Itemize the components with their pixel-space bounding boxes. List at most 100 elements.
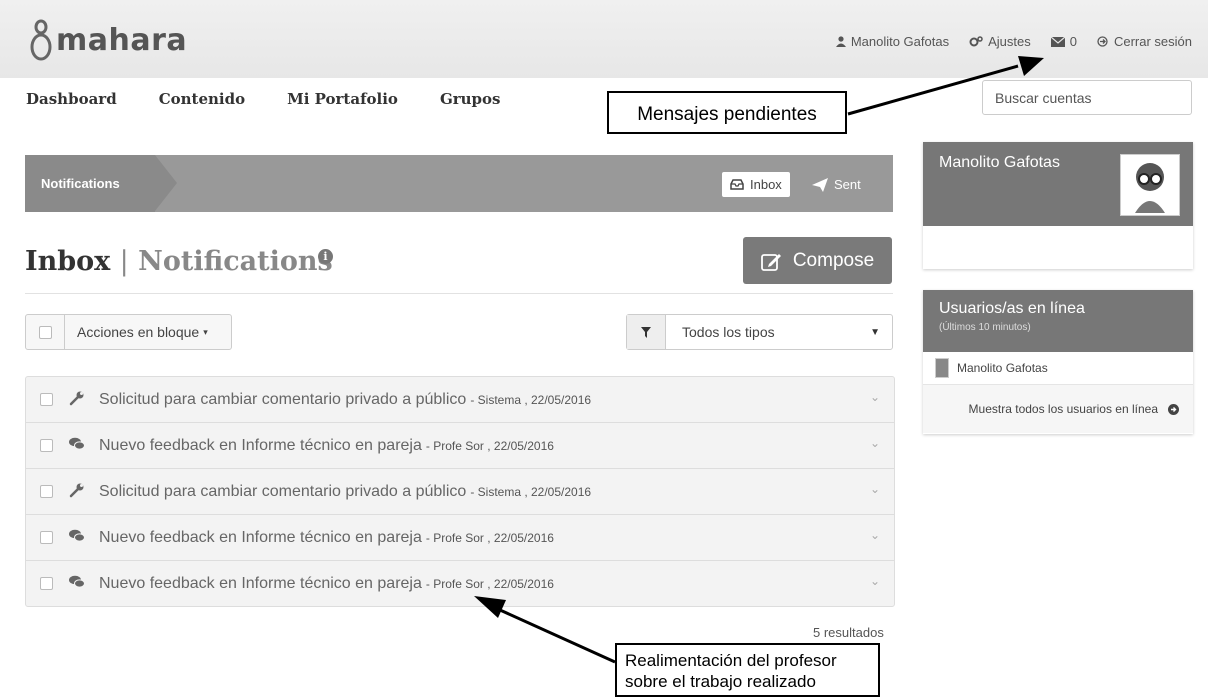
message-subject: Solicitud para cambiar comentario privad… [99, 482, 467, 500]
message-subject: Solicitud para cambiar comentario privad… [99, 390, 467, 408]
row-checkbox[interactable] [40, 485, 53, 498]
chevron-down-icon[interactable]: ⌄ [870, 390, 880, 404]
compose-button[interactable]: Compose [743, 237, 892, 284]
online-users-subtitle: (Últimos 10 minutos) [939, 322, 1031, 333]
settings-label: Ajustes [988, 34, 1031, 49]
inbox-tray-icon [730, 179, 744, 190]
compose-label: Compose [792, 249, 875, 271]
info-icon[interactable]: i [318, 249, 333, 264]
logout-link[interactable]: Cerrar sesión [1097, 34, 1192, 49]
online-users-block: Usuarios/as en línea (Últimos 10 minutos… [923, 290, 1193, 434]
online-users-header: Usuarios/as en línea (Últimos 10 minutos… [923, 290, 1193, 352]
paper-plane-icon [812, 177, 828, 192]
inbox-link[interactable]: 0 [1050, 34, 1077, 49]
search-accounts-input[interactable]: Buscar cuentas [982, 80, 1192, 115]
page-title: Inbox | Notifications [25, 246, 333, 277]
show-all-online-link[interactable]: Muestra todos los usuarios en línea [923, 385, 1193, 433]
message-row[interactable]: Nuevo feedback en Informe técnico en par… [26, 561, 894, 606]
chevron-down-icon[interactable]: ⌄ [870, 574, 880, 588]
callout-teacher-feedback: Realimentación del profesor sobre el tra… [615, 643, 880, 697]
breadcrumb-arrow [155, 155, 177, 211]
message-meta: - Profe Sor , 22/05/2016 [425, 438, 554, 453]
show-all-online-label: Muestra todos los usuarios en línea [968, 402, 1158, 416]
select-all-checkbox[interactable] [26, 315, 65, 349]
title-divider [25, 293, 893, 294]
chevron-down-icon[interactable]: ⌄ [870, 482, 880, 496]
sub-nav-bar: Notifications Inbox Sent [25, 155, 893, 212]
user-link[interactable]: Manolito Gafotas [835, 34, 950, 49]
message-row[interactable]: Nuevo feedback en Informe técnico en par… [26, 423, 894, 469]
bulk-actions-dropdown[interactable]: Acciones en bloque ▾ [25, 314, 232, 350]
arrow-to-feedback-line [499, 608, 616, 664]
callout-feedback-line2: sobre el trabajo realizado [625, 672, 816, 691]
comments-icon [67, 437, 87, 454]
avatar [935, 358, 949, 378]
bulk-actions-label: Acciones en bloque [77, 324, 200, 340]
wrench-icon [67, 482, 87, 501]
row-checkbox[interactable] [40, 577, 53, 590]
row-checkbox[interactable] [40, 393, 53, 406]
online-user-item[interactable]: Manolito Gafotas [923, 352, 1193, 385]
top-header: mahara Manolito Gafotas Ajustes 0 Cerrar… [0, 0, 1208, 78]
message-subject: Nuevo feedback en Informe técnico en par… [99, 574, 422, 592]
message-row[interactable]: Nuevo feedback en Informe técnico en par… [26, 515, 894, 561]
page-title-separator: | [119, 246, 129, 277]
row-checkbox[interactable] [40, 439, 53, 452]
caret-down-icon: ▼ [870, 326, 880, 338]
callout-feedback-line1: Realimentación del profesor [625, 651, 837, 670]
edit-icon [760, 253, 781, 271]
sign-out-icon [1097, 36, 1108, 47]
message-meta: - Sistema , 22/05/2016 [470, 392, 592, 407]
user-toolbar: Manolito Gafotas Ajustes 0 Cerrar sesión [835, 34, 1192, 49]
user-name-label: Manolito Gafotas [850, 34, 950, 49]
logout-label: Cerrar sesión [1113, 34, 1192, 49]
page-title-main: Inbox [25, 246, 111, 277]
inbox-count: 0 [1069, 34, 1077, 49]
message-meta: - Profe Sor , 22/05/2016 [425, 530, 554, 545]
online-user-name: Manolito Gafotas [957, 361, 1048, 375]
tab-sent-label: Sent [834, 177, 861, 192]
nav-item-contenido[interactable]: Contenido [159, 90, 245, 108]
cogs-icon [969, 36, 983, 47]
message-row[interactable]: Solicitud para cambiar comentario privad… [26, 469, 894, 515]
avatar[interactable] [1120, 154, 1180, 216]
user-icon [835, 36, 846, 47]
results-count: 5 resultados [813, 625, 884, 640]
comments-icon [67, 529, 87, 546]
online-users-title: Usuarios/as en línea [939, 300, 1085, 317]
message-subject: Nuevo feedback en Informe técnico en par… [99, 436, 422, 454]
message-subject: Nuevo feedback en Informe técnico en par… [99, 528, 422, 546]
comments-icon [67, 575, 87, 592]
profile-name[interactable]: Manolito Gafotas [939, 154, 1060, 171]
filter-icon [627, 315, 666, 349]
main-nav: Dashboard Contenido Mi Portafolio Grupos [26, 90, 501, 108]
message-meta: - Sistema , 22/05/2016 [470, 484, 592, 499]
chevron-down-icon[interactable]: ⌄ [870, 528, 880, 542]
arrow-circle-right-icon [1168, 403, 1179, 415]
wrench-icon [67, 390, 87, 409]
callout-pending-messages: Mensajes pendientes [607, 91, 847, 134]
profile-block: Manolito Gafotas [923, 142, 1193, 269]
nav-item-dashboard[interactable]: Dashboard [26, 90, 117, 108]
logo-text: mahara [56, 22, 188, 58]
tab-inbox-label: Inbox [750, 177, 782, 192]
profile-header: Manolito Gafotas [923, 142, 1193, 226]
row-checkbox[interactable] [40, 531, 53, 544]
envelope-icon [1050, 36, 1065, 47]
mahara-logo[interactable]: mahara [30, 18, 187, 62]
tab-sent[interactable]: Sent [812, 172, 861, 197]
message-list: Solicitud para cambiar comentario privad… [25, 376, 895, 607]
type-filter-value: Todos los tipos [682, 324, 775, 340]
message-row[interactable]: Solicitud para cambiar comentario privad… [26, 377, 894, 423]
logo-icon [30, 19, 52, 61]
message-meta: - Profe Sor , 22/05/2016 [425, 576, 554, 591]
page-title-secondary: Notifications [138, 246, 333, 277]
nav-item-grupos[interactable]: Grupos [440, 90, 501, 108]
breadcrumb-notifications[interactable]: Notifications [25, 155, 155, 212]
type-filter-select[interactable]: Todos los tipos ▼ [626, 314, 893, 350]
caret-down-icon: ▾ [203, 326, 208, 337]
nav-item-mi-portafolio[interactable]: Mi Portafolio [287, 90, 398, 108]
chevron-down-icon[interactable]: ⌄ [870, 436, 880, 450]
settings-link[interactable]: Ajustes [969, 34, 1031, 49]
tab-inbox[interactable]: Inbox [722, 172, 790, 197]
